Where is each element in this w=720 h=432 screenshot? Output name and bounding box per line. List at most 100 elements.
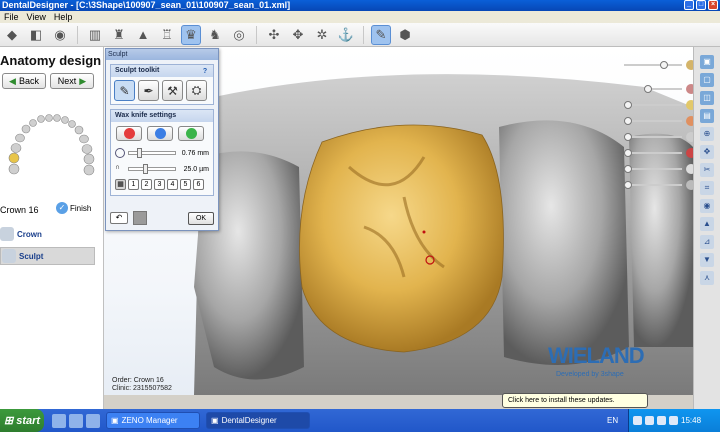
slider-knob[interactable] (624, 149, 632, 157)
ok-button[interactable]: OK (188, 211, 214, 225)
step-crown-label: Crown (17, 229, 42, 239)
zoom-icon[interactable]: ⊕ (700, 127, 714, 141)
sculpt-tool-icon[interactable]: ✎ (371, 24, 391, 45)
plane-tool-icon[interactable]: ⚓ (336, 25, 356, 45)
die-tool-icon[interactable]: ♜ (109, 25, 129, 45)
preset-3[interactable]: 3 (154, 179, 165, 190)
menu-help[interactable]: Help (54, 11, 73, 23)
tray-network-icon[interactable] (657, 416, 666, 425)
view-front-icon[interactable]: ▢ (700, 73, 714, 87)
color-swatch[interactable] (133, 211, 147, 225)
menu-file[interactable]: File (4, 11, 19, 23)
maximize-button[interactable]: □ (696, 0, 706, 10)
view-bottom-icon[interactable]: ▤ (700, 109, 714, 123)
undo-button[interactable]: ↶ (110, 212, 128, 224)
slider-knob[interactable] (624, 117, 632, 125)
measure-icon[interactable]: ⊿ (700, 235, 714, 249)
language-indicator[interactable]: EN (607, 416, 618, 425)
connector-tool-icon[interactable]: ✣ (264, 25, 284, 45)
view-top-icon[interactable]: ▣ (700, 55, 714, 69)
remove-material-button[interactable] (147, 126, 173, 141)
visibility-slider[interactable] (624, 179, 693, 191)
preset-4[interactable]: 4 (167, 179, 178, 190)
visibility-slider[interactable] (624, 163, 693, 175)
tray-update-icon[interactable] (645, 416, 654, 425)
radius-value: 0.76 mm (181, 149, 209, 157)
preset-1[interactable]: 1 (128, 179, 139, 190)
toolkit-header: Sculpt toolkit ? (111, 65, 213, 77)
clock[interactable]: 15:48 (681, 416, 701, 425)
disc-tool-icon[interactable]: ◉ (50, 25, 70, 45)
warning-icon[interactable]: ▲ (700, 217, 714, 231)
tooth-tool-icon[interactable]: ♖ (157, 25, 177, 45)
depth-slider[interactable] (128, 164, 176, 174)
section-icon[interactable]: ⌗ (700, 181, 714, 195)
visibility-slider[interactable] (624, 59, 693, 71)
preset-icon-button[interactable]: ▦ (115, 179, 126, 190)
update-notification[interactable]: Click here to install these updates. (502, 393, 648, 408)
margin-tool-icon[interactable]: ▥ (85, 25, 105, 45)
visibility-slider[interactable] (624, 115, 693, 127)
visibility-slider[interactable] (624, 131, 693, 143)
gear-tool-icon[interactable]: ✲ (312, 25, 332, 45)
scan-tool-icon[interactable]: ◧ (26, 25, 46, 45)
view-side-icon[interactable]: ◫ (700, 91, 714, 105)
slider-knob[interactable] (624, 133, 632, 141)
coping-tool-icon[interactable]: ▲ (133, 25, 153, 45)
tray-volume-icon[interactable] (669, 416, 678, 425)
undo-icon: ↶ (115, 213, 123, 222)
start-button[interactable]: ⊞ start (0, 409, 44, 432)
visibility-slider[interactable] (624, 83, 693, 95)
prep-tool-icon[interactable]: ◆ (2, 25, 22, 45)
smooth-tool[interactable]: ✒ (138, 80, 159, 101)
menu-view[interactable]: View (27, 11, 46, 23)
axis-icon[interactable]: ⋏ (700, 271, 714, 285)
wax-knife-tool[interactable]: ✎ (114, 80, 135, 101)
morph-tool[interactable]: ⛭ (186, 80, 207, 101)
visibility-slider[interactable] (624, 147, 693, 159)
next-arrow-icon: ▶ (79, 75, 87, 86)
visibility-slider[interactable] (624, 99, 693, 111)
export-tool-icon[interactable]: ⬢ (395, 25, 415, 45)
step-sculpt[interactable]: Sculpt (0, 247, 95, 265)
preset-2[interactable]: 2 (141, 179, 152, 190)
add-material-button[interactable] (116, 126, 142, 141)
slider-knob[interactable] (624, 165, 632, 173)
anatomy-tool-icon[interactable]: ♛ (181, 24, 201, 45)
minimize-button[interactable]: _ (684, 0, 694, 10)
slider-knob[interactable] (624, 101, 632, 109)
smooth-material-button[interactable] (178, 126, 204, 141)
developed-by: Developed by 3shape (556, 371, 624, 378)
next-button[interactable]: Next ▶ (50, 73, 94, 89)
preset-5[interactable]: 5 (180, 179, 191, 190)
filter-icon[interactable]: ▼ (700, 253, 714, 267)
order-line: Order: Crown 16 (112, 377, 164, 384)
slider-knob[interactable] (660, 61, 668, 69)
task-zeno-manager[interactable]: ▣ ZENO Manager (106, 412, 200, 429)
wrench-icon[interactable]: ✂ (700, 163, 714, 177)
slider-knob[interactable] (644, 85, 652, 93)
pan-icon[interactable]: ✥ (700, 145, 714, 159)
back-button[interactable]: ◀ Back (2, 73, 46, 89)
dental-arch-diagram[interactable] (4, 113, 100, 177)
ie-icon[interactable] (52, 413, 66, 428)
eye-icon[interactable]: ◉ (700, 199, 714, 213)
explorer-icon[interactable] (69, 413, 83, 428)
step-crown[interactable]: Crown (0, 227, 42, 241)
window-titlebar: DentalDesigner - [C:\3Shape\100907_sean_… (0, 0, 720, 11)
cd-tool-icon[interactable]: ◎ (229, 25, 249, 45)
close-button[interactable]: × (708, 0, 718, 10)
depth-slider-knob[interactable] (143, 164, 148, 174)
shape-tool[interactable]: ⚒ (162, 80, 183, 101)
finish-button[interactable]: ✓ Finish (56, 202, 91, 214)
radius-slider[interactable] (128, 148, 176, 158)
radius-slider-knob[interactable] (137, 148, 142, 158)
preset-6[interactable]: 6 (193, 179, 204, 190)
crown-tool-icon[interactable]: ♞ (205, 25, 225, 45)
slider-knob[interactable] (624, 181, 632, 189)
desktop-icon[interactable] (86, 413, 100, 428)
task-dental-designer[interactable]: ▣ DentalDesigner (206, 412, 310, 429)
bridge-tool-icon[interactable]: ✥ (288, 25, 308, 45)
tray-shield-icon[interactable] (633, 416, 642, 425)
help-icon[interactable]: ? (200, 66, 210, 76)
